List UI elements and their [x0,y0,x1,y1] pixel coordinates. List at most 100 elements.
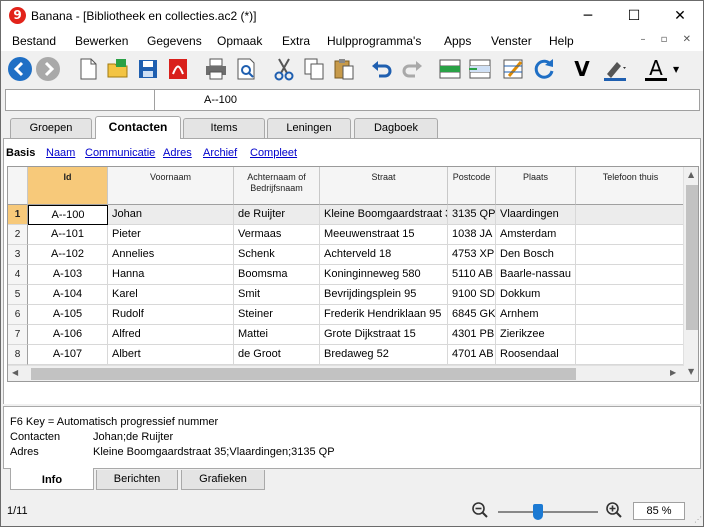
cell-achternaam[interactable]: de Groot [234,345,320,365]
row-number[interactable]: 8 [8,345,28,365]
cell-plaats[interactable]: Vlaardingen [496,205,576,225]
cell-straat[interactable]: Meeuwenstraat 15 [320,225,448,245]
row-number[interactable]: 6 [8,305,28,325]
column-header-plaats[interactable]: Plaats [496,167,576,205]
column-header-achternaam[interactable]: Achternaam of Bedrijfsnaam [234,167,320,205]
row-number[interactable]: 4 [8,265,28,285]
cell-telefoon-thuis[interactable] [576,205,684,225]
close-button[interactable]: ✕ [657,1,703,31]
tab-groepen[interactable]: Groepen [10,118,92,138]
maximize-button[interactable]: ☐ [611,1,657,31]
cell-plaats[interactable]: Den Bosch [496,245,576,265]
font-color-icon[interactable]: A [643,56,669,82]
cell-plaats[interactable]: Roosendaal [496,345,576,365]
menu-apps[interactable]: Apps [444,34,471,48]
vertical-scroll-thumb[interactable] [686,185,698,330]
column-header-postcode[interactable]: Postcode [448,167,496,205]
cell-postcode[interactable]: 4701 AB [448,345,496,365]
column-header-voornaam[interactable]: Voornaam [108,167,234,205]
table-row[interactable]: 2 A--101 Pieter Vermaas Meeuwenstraat 15 1038… [8,225,684,245]
row-header-corner[interactable] [8,167,28,205]
cell-achternaam[interactable]: Steiner [234,305,320,325]
view-basis[interactable]: Basis [6,147,35,159]
column-header-telefoon-thuis[interactable]: Telefoon thuis [576,167,686,205]
cell-postcode[interactable]: 9100 SD [448,285,496,305]
cell-id[interactable]: A-107 [28,345,108,365]
font-color-dropdown-icon[interactable]: ▼ [673,65,679,74]
cell-plaats[interactable]: Zierikzee [496,325,576,345]
cell-plaats[interactable]: Baarle-nassau [496,265,576,285]
cell-voornaam[interactable]: Pieter [108,225,234,245]
back-icon[interactable] [7,56,33,82]
table-row[interactable]: 1 A--100 Johan de Ruijter Kleine Boomgaardst… [8,205,684,225]
tab-info[interactable]: Info [10,468,94,490]
view-compleet[interactable]: Compleet [250,147,297,159]
insert-rows-icon[interactable] [437,56,463,82]
tab-items[interactable]: Items [183,118,265,138]
resize-grip-icon[interactable]: ⋰ [694,515,702,524]
table-row[interactable]: 8 A-107 Albert de Groot Bredaweg 52 4701 AB Ro… [8,345,684,365]
scroll-down-icon[interactable]: ▼ [688,367,694,376]
view-naam[interactable]: Naam [46,147,75,159]
cell-voornaam[interactable]: Albert [108,345,234,365]
edit-row-icon[interactable] [501,56,527,82]
cell-postcode[interactable]: 4753 XP [448,245,496,265]
cell-telefoon-thuis[interactable] [576,285,684,305]
zoom-level-field[interactable]: 85 % [633,502,685,520]
cell-straat[interactable]: Bevrijdingsplein 95 [320,285,448,305]
pdf-icon[interactable] [165,56,191,82]
cell-achternaam[interactable]: Schenk [234,245,320,265]
cell-postcode[interactable]: 3135 QP [448,205,496,225]
menu-extra[interactable]: Extra [282,34,310,48]
cell-id[interactable]: A--100 [28,205,108,225]
cell-telefoon-thuis[interactable] [576,325,684,345]
open-folder-icon[interactable] [105,56,131,82]
view-archief[interactable]: Archief [203,147,237,159]
cell-straat[interactable]: Bredaweg 52 [320,345,448,365]
tab-leningen[interactable]: Leningen [267,118,351,138]
table-row[interactable]: 3 A--102 Annelies Schenk Achterveld 18 4753 X… [8,245,684,265]
horizontal-scrollbar[interactable]: ◀ ▶ [8,365,684,381]
check-icon[interactable]: V [569,56,595,82]
table-row[interactable]: 6 A-105 Rudolf Steiner Frederik Hendriklaan … [8,305,684,325]
cell-id[interactable]: A--102 [28,245,108,265]
table-row[interactable]: 5 A-104 Karel Smit Bevrijdingsplein 95 9100 S… [8,285,684,305]
zoom-slider-thumb[interactable] [533,504,543,520]
cell-edit-bar[interactable]: A--100 [5,89,700,111]
cell-voornaam[interactable]: Rudolf [108,305,234,325]
menu-opmaak[interactable]: Opmaak [217,34,262,48]
menu-bestand[interactable]: Bestand [12,34,56,48]
cut-icon[interactable] [271,56,297,82]
scroll-right-icon[interactable]: ▶ [670,368,676,377]
tab-grafieken[interactable]: Grafieken [181,470,265,490]
cell-plaats[interactable]: Amsterdam [496,225,576,245]
cell-postcode[interactable]: 5110 AB [448,265,496,285]
paste-icon[interactable] [331,56,357,82]
scroll-up-icon[interactable]: ▲ [688,170,694,179]
forward-icon[interactable] [35,56,61,82]
delete-rows-icon[interactable] [467,56,493,82]
cell-id[interactable]: A-103 [28,265,108,285]
scroll-left-icon[interactable]: ◀ [12,368,18,377]
minimize-button[interactable]: ─ [565,1,611,31]
row-number[interactable]: 3 [8,245,28,265]
zoom-out-icon[interactable] [471,501,489,519]
table-row[interactable]: 7 A-106 Alfred Mattei Grote Dijkstraat 15 430… [8,325,684,345]
table-row[interactable]: 4 A-103 Hanna Boomsma Koninginneweg 580 5110 … [8,265,684,285]
menu-venster[interactable]: Venster [491,34,532,48]
cell-voornaam[interactable]: Hanna [108,265,234,285]
row-number[interactable]: 2 [8,225,28,245]
cell-postcode[interactable]: 1038 JA [448,225,496,245]
zoom-in-icon[interactable] [605,501,623,519]
cell-voornaam[interactable]: Annelies [108,245,234,265]
print-icon[interactable] [203,56,229,82]
save-icon[interactable] [135,56,161,82]
cell-telefoon-thuis[interactable] [576,345,684,365]
zoom-slider-track[interactable] [498,511,598,513]
row-number[interactable]: 5 [8,285,28,305]
cell-straat[interactable]: Frederik Hendriklaan 95 [320,305,448,325]
highlight-icon[interactable] [601,56,627,82]
print-preview-icon[interactable] [233,56,259,82]
cell-postcode[interactable]: 6845 GK [448,305,496,325]
vertical-scrollbar[interactable]: ▲ ▼ [683,167,698,381]
